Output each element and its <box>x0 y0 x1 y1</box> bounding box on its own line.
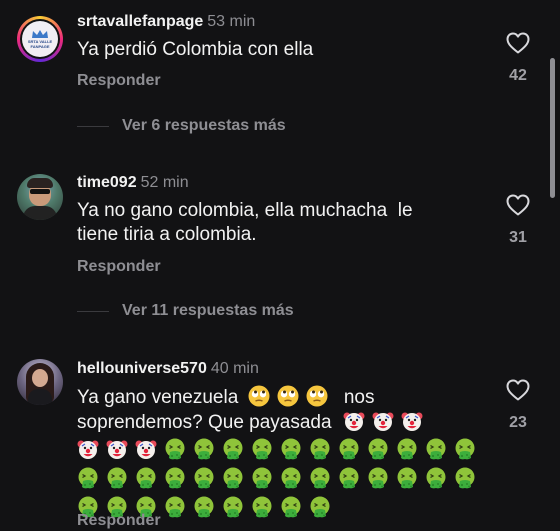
rolling-eyes-emoji <box>248 385 270 407</box>
clown-face-emoji <box>372 410 394 432</box>
like-count: 31 <box>509 229 527 246</box>
like-group: 23 <box>504 379 532 432</box>
vomiting-face-emoji <box>396 438 418 460</box>
vomiting-face-emoji <box>309 438 331 460</box>
vomiting-face-emoji <box>222 467 244 489</box>
vomiting-face-emoji <box>164 496 186 518</box>
vomiting-face-emoji <box>164 438 186 460</box>
avatar[interactable] <box>17 359 63 405</box>
vomiting-face-emoji <box>164 467 186 489</box>
view-replies-button[interactable]: Ver 6 respuestas más <box>77 116 286 136</box>
clown-face-emoji <box>401 410 423 432</box>
vomiting-face-emoji <box>222 438 244 460</box>
comment-time: 53 min <box>207 13 256 30</box>
username[interactable]: srtavallefanpage <box>77 13 203 30</box>
like-group: 42 <box>504 32 532 85</box>
comment-text: Ya perdió Colombia con ella <box>77 39 314 60</box>
vomiting-face-emoji <box>454 467 476 489</box>
comment-text: Ya gano venezuela nos soprendemos? Que p… <box>77 385 500 435</box>
heart-outline-icon[interactable] <box>506 194 530 216</box>
heart-outline-icon[interactable] <box>506 379 530 401</box>
username[interactable]: hellouniverse570 <box>77 360 207 377</box>
rolling-eyes-emoji <box>277 385 299 407</box>
scrollbar[interactable] <box>550 58 555 198</box>
divider-line <box>77 310 109 312</box>
comment-text-line: Ya no gano colombia, ella muchacha le <box>77 200 413 221</box>
comment-text-part: nos <box>343 387 375 408</box>
vomiting-face-emoji <box>77 467 99 489</box>
vomiting-face-emoji <box>193 438 215 460</box>
comment-text-line: soprendemos? Que payasada <box>77 412 332 433</box>
username[interactable]: time092 <box>77 174 137 191</box>
vomiting-face-emoji <box>338 467 360 489</box>
like-count: 23 <box>509 414 527 431</box>
vomiting-face-emoji <box>425 438 447 460</box>
avatar[interactable]: SRTA VALLE FANPAGE <box>17 16 63 62</box>
vomiting-face-emoji <box>251 496 273 518</box>
emoji-row <box>77 466 500 495</box>
view-replies-label: Ver 6 respuestas más <box>122 117 286 134</box>
vomiting-face-emoji <box>309 496 331 518</box>
like-group: 31 <box>504 194 532 247</box>
comment-text: Ya no gano colombia, ella muchacha le ti… <box>77 199 500 247</box>
vomiting-face-emoji <box>338 438 360 460</box>
view-replies-button[interactable]: Ver 11 respuestas más <box>77 301 294 321</box>
comment-time: 52 min <box>140 174 189 191</box>
crown-icon <box>32 30 48 38</box>
vomiting-face-emoji <box>251 467 273 489</box>
vomiting-face-emoji <box>309 467 331 489</box>
reply-button[interactable]: Responder <box>77 512 161 530</box>
comment-time: 40 min <box>210 360 259 377</box>
vomiting-face-emoji <box>454 438 476 460</box>
emoji-rows <box>77 437 500 524</box>
clown-face-emoji <box>77 438 99 460</box>
divider-line <box>77 125 109 127</box>
clown-face-emoji <box>135 438 157 460</box>
clown-face-emoji <box>343 410 365 432</box>
avatar[interactable] <box>17 174 63 220</box>
comment-text-line: tiene tiria a colombia. <box>77 224 257 245</box>
vomiting-face-emoji <box>251 438 273 460</box>
heart-outline-icon[interactable] <box>506 32 530 54</box>
view-replies-label: Ver 11 respuestas más <box>122 302 294 319</box>
vomiting-face-emoji <box>396 467 418 489</box>
avatar-logo-text: SRTA VALLE FANPAGE <box>27 39 53 49</box>
like-count: 42 <box>509 67 527 84</box>
reply-button[interactable]: Responder <box>77 258 161 276</box>
vomiting-face-emoji <box>222 496 244 518</box>
vomiting-face-emoji <box>367 467 389 489</box>
vomiting-face-emoji <box>193 496 215 518</box>
vomiting-face-emoji <box>135 467 157 489</box>
vomiting-face-emoji <box>367 438 389 460</box>
vomiting-face-emoji <box>280 438 302 460</box>
vomiting-face-emoji <box>425 467 447 489</box>
rolling-eyes-emoji <box>306 385 328 407</box>
comment-text-part: Ya gano venezuela <box>77 387 239 408</box>
reply-button[interactable]: Responder <box>77 72 161 90</box>
vomiting-face-emoji <box>280 496 302 518</box>
vomiting-face-emoji <box>106 467 128 489</box>
vomiting-face-emoji <box>193 467 215 489</box>
emoji-row <box>77 437 500 466</box>
clown-face-emoji <box>106 438 128 460</box>
vomiting-face-emoji <box>280 467 302 489</box>
